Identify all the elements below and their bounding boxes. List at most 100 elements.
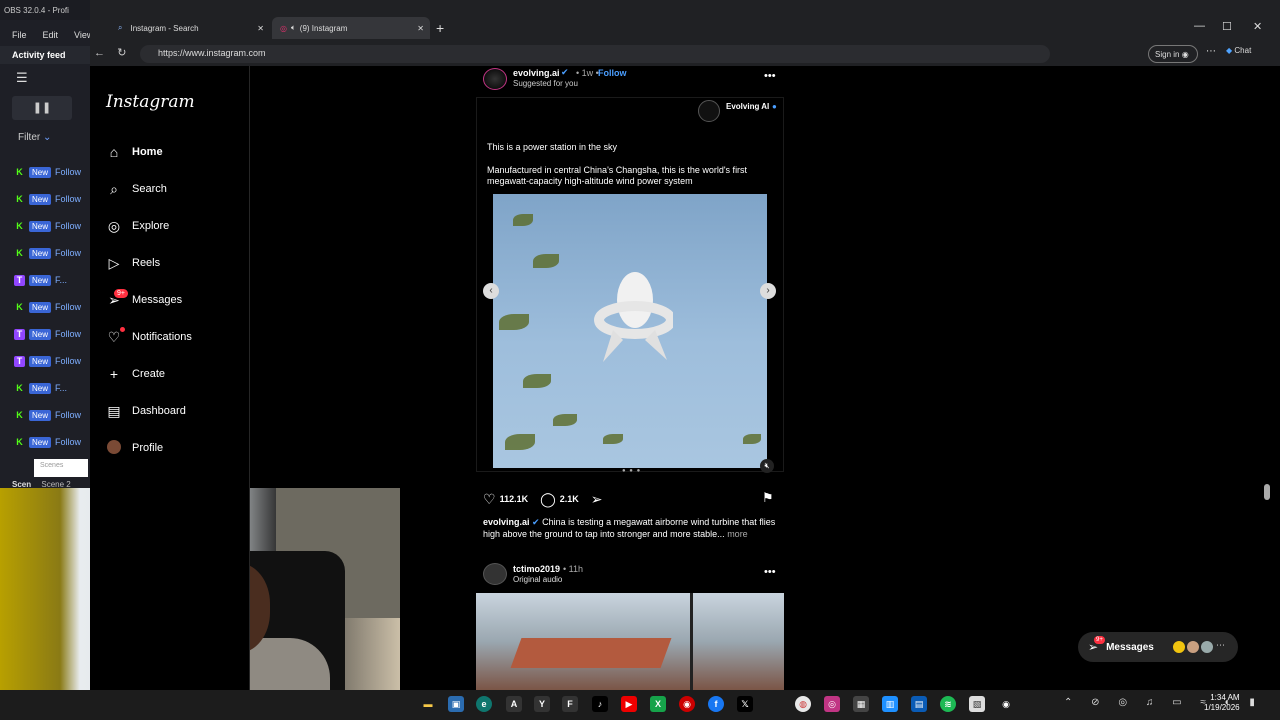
new-tab-button[interactable]: +: [436, 20, 444, 36]
back-icon[interactable]: ←: [94, 47, 105, 59]
close-window-button[interactable]: ✕: [1253, 20, 1262, 33]
more-icon[interactable]: ⋯: [1206, 46, 1216, 57]
dashboard-icon: ▤: [107, 402, 121, 419]
tab-instagram[interactable]: ◎ 🔈︎ (9) Instagram ✕: [272, 17, 430, 39]
close-icon[interactable]: ✕: [257, 24, 264, 33]
post-audio[interactable]: Original audio: [513, 575, 562, 584]
post-media[interactable]: [476, 593, 784, 690]
feed-item[interactable]: K New Follow: [14, 407, 81, 423]
minimize-button[interactable]: —: [1194, 20, 1205, 32]
app-icon[interactable]: ▧: [969, 696, 985, 712]
app-a-icon[interactable]: A: [506, 696, 522, 712]
post-username[interactable]: evolving.ai: [513, 68, 560, 78]
app-icon[interactable]: ▤: [911, 696, 927, 712]
feed-item[interactable]: K New Follow: [14, 218, 81, 234]
pause-button[interactable]: ❚❚: [12, 96, 72, 120]
feed-item[interactable]: K New Follow: [14, 434, 81, 450]
sidebar-item-explore[interactable]: ◎ Explore: [104, 212, 169, 240]
feed-item[interactable]: K New Follow: [14, 191, 81, 207]
share-icon[interactable]: ➢: [591, 491, 603, 508]
prev-arrow-icon[interactable]: ‹: [483, 283, 499, 299]
spotify-icon[interactable]: ≋: [940, 696, 956, 712]
heart-icon[interactable]: ♡: [483, 491, 496, 508]
chrome-icon[interactable]: ◍: [795, 696, 811, 712]
post-username[interactable]: tctimo2019: [513, 564, 560, 574]
avatar: [104, 439, 124, 457]
sidebar-item-home[interactable]: ⌂ Home: [104, 138, 163, 166]
obs-filter[interactable]: Filter ⌄: [18, 132, 51, 143]
obs-icon[interactable]: ◉: [998, 696, 1014, 712]
plus-icon: +: [109, 366, 119, 382]
speaker-icon[interactable]: 🔈︎: [291, 23, 296, 33]
copilot-icon: ◆: [1226, 46, 1233, 55]
youtube-icon[interactable]: ▶: [621, 696, 637, 712]
messages-pill-label: Messages: [1106, 641, 1154, 653]
feed-item-text: F...: [55, 383, 68, 393]
more-options-icon[interactable]: •••: [764, 70, 776, 82]
twitch-icon: T: [14, 355, 25, 367]
new-badge: New: [29, 274, 52, 286]
more-link[interactable]: more: [727, 529, 748, 539]
hamburger-icon[interactable]: ☰: [16, 70, 28, 86]
mute-icon[interactable]: 🔇︎: [760, 459, 774, 473]
sidebar-item-dashboard[interactable]: ▤ Dashboard: [104, 397, 185, 425]
post-actions: ♡ 112.1K ◯ 2.1K ➢: [483, 490, 603, 508]
feed-item[interactable]: K New Follow: [14, 164, 81, 180]
tiktok-icon[interactable]: ♪: [592, 696, 608, 712]
next-arrow-icon[interactable]: ›: [760, 283, 776, 299]
refresh-icon[interactable]: ↻: [117, 47, 126, 59]
clock[interactable]: 1:34 AM 1/19/2026: [1204, 693, 1240, 713]
app-icon[interactable]: ▥: [882, 696, 898, 712]
app-icon[interactable]: ▦: [853, 696, 869, 712]
app-red-icon[interactable]: ◉: [679, 696, 695, 712]
instagram-icon[interactable]: ◎: [824, 696, 840, 712]
app-y-icon[interactable]: Y: [534, 696, 550, 712]
feed-item[interactable]: T New Follow: [14, 326, 81, 342]
scrollbar-thumb[interactable]: [1264, 484, 1270, 500]
edge-icon[interactable]: e: [476, 696, 492, 712]
follow-button[interactable]: Follow: [598, 68, 627, 78]
obs-scene-item[interactable]: Scene 2: [41, 480, 70, 489]
media-brand-name: Evolving AI: [726, 102, 770, 111]
verified-icon: ●: [772, 102, 777, 111]
post-time: • 1w •: [576, 68, 599, 78]
x-icon[interactable]: 𝕏: [737, 696, 753, 712]
kick-icon: K: [16, 247, 23, 258]
xbox-icon[interactable]: X: [650, 696, 666, 712]
bookmark-icon[interactable]: ⚑: [762, 490, 774, 506]
post-avatar[interactable]: [483, 563, 507, 585]
maximize-button[interactable]: ☐: [1222, 20, 1232, 33]
tab-instagram-search[interactable]: ⌕ Instagram - Search ✕: [110, 17, 270, 39]
post-avatar[interactable]: [483, 68, 507, 90]
sign-in-label: Sign in: [1155, 50, 1180, 59]
sidebar-item-create[interactable]: + Create: [104, 360, 165, 388]
sidebar-item-search[interactable]: ⌕ Search: [104, 175, 167, 203]
sidebar-item-profile[interactable]: Profile: [104, 434, 163, 462]
chat-button[interactable]: ◆ Chat: [1226, 46, 1251, 55]
more-options-icon[interactable]: •••: [764, 566, 776, 578]
feed-item[interactable]: K New F...: [14, 380, 67, 396]
feed-item[interactable]: T New Follow: [14, 353, 81, 369]
obs-scenes-input[interactable]: Scenes: [34, 459, 88, 477]
media-photo: [493, 194, 767, 468]
description-username[interactable]: evolving.ai: [483, 517, 530, 527]
obs-menu-edit[interactable]: Edit: [43, 30, 59, 40]
clock-time: 1:34 AM: [1210, 693, 1240, 702]
sidebar-item-reels[interactable]: ▷ Reels: [104, 249, 161, 277]
media-caption-body: Manufactured in central China's Changsha…: [487, 165, 748, 186]
sign-in-button[interactable]: Sign in ◉: [1148, 45, 1198, 63]
address-bar[interactable]: https://www.instagram.com: [140, 45, 1050, 63]
feed-item[interactable]: T New F...: [14, 272, 67, 288]
file-explorer-icon[interactable]: ▬: [420, 696, 436, 712]
feed-item[interactable]: K New Follow: [14, 245, 81, 261]
instagram-logo[interactable]: Instagram: [106, 92, 195, 112]
facebook-icon[interactable]: f: [708, 696, 724, 712]
feed-item[interactable]: K New Follow: [14, 299, 81, 315]
profile-icon: ◉: [1181, 50, 1189, 59]
close-icon[interactable]: ✕: [417, 24, 424, 33]
sidebar-item-notifications[interactable]: ♡ Notifications: [104, 323, 192, 351]
store-icon[interactable]: ▣: [448, 696, 464, 712]
app-f-icon[interactable]: F: [562, 696, 578, 712]
obs-menu-file[interactable]: File: [12, 30, 27, 40]
comment-icon[interactable]: ◯: [540, 491, 556, 508]
